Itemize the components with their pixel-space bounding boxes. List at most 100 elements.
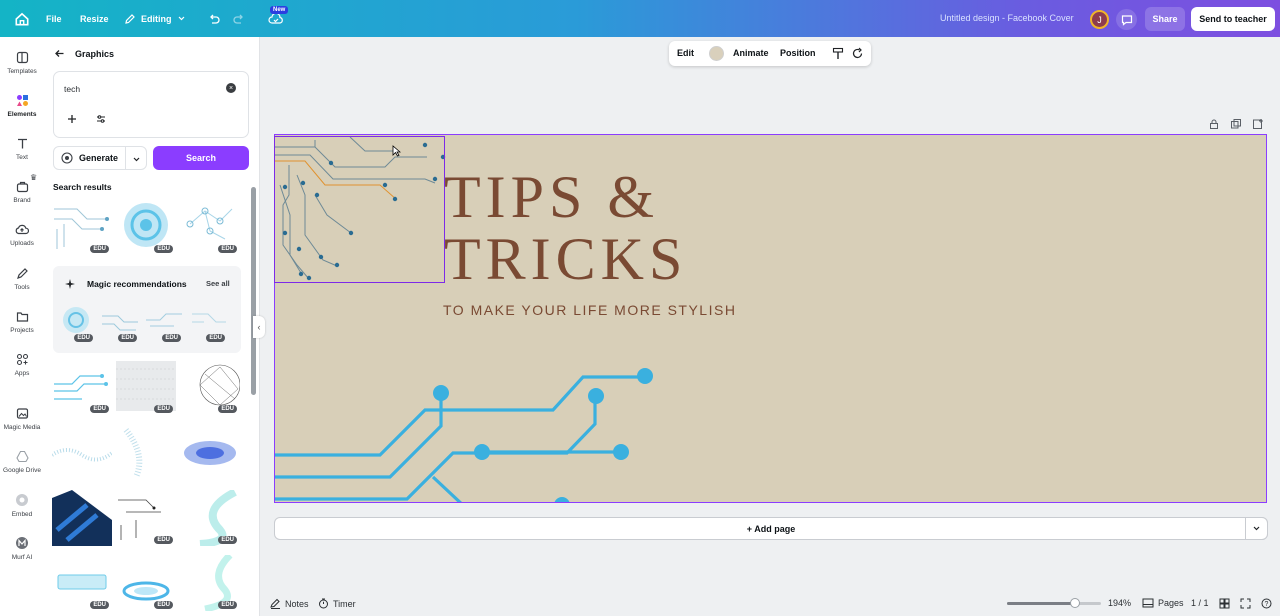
notes-label: Notes	[285, 598, 309, 609]
rail-label: Brand	[13, 197, 31, 204]
avatar[interactable]: J	[1090, 10, 1109, 29]
clear-search-button[interactable]: ×	[226, 83, 236, 93]
rail-label: Elements	[7, 111, 37, 118]
rail-item-google-drive[interactable]: Google Drive	[0, 450, 44, 474]
graphic-result[interactable]: EDU	[116, 555, 176, 611]
rail-item-uploads[interactable]: Uploads	[0, 223, 44, 247]
graphic-result[interactable]: EDU	[180, 555, 240, 611]
rail-item-elements[interactable]: Elements	[0, 94, 44, 118]
position-button[interactable]: Position	[780, 48, 816, 58]
rail-item-brand[interactable]: Brand	[0, 180, 44, 204]
graphic-result[interactable]: EDU	[116, 490, 176, 546]
rail-item-text[interactable]: Text	[0, 137, 44, 161]
headline-line-1[interactable]: TIPS &	[444, 166, 687, 228]
graphic-result[interactable]	[116, 425, 176, 481]
graphic-result[interactable]	[52, 425, 112, 481]
file-menu[interactable]: File	[46, 0, 62, 37]
share-button[interactable]: Share	[1145, 7, 1185, 31]
crown-icon: ♛	[30, 173, 38, 182]
add-page-button[interactable]: + Add page	[274, 517, 1268, 540]
embed-icon	[16, 494, 28, 506]
search-input[interactable]: tech	[64, 84, 80, 94]
chevron-down-icon	[1253, 526, 1260, 531]
zoom-level[interactable]: 194%	[1108, 598, 1131, 608]
rail-item-projects[interactable]: Projects	[0, 310, 44, 334]
notes-button[interactable]: Notes	[270, 598, 309, 609]
help-icon[interactable]: ?	[1261, 598, 1272, 609]
edit-button[interactable]: Edit	[677, 48, 694, 58]
timer-button[interactable]: Timer	[318, 598, 356, 609]
panel-scrollbar[interactable]	[251, 187, 256, 395]
graphic-result[interactable]	[52, 490, 112, 546]
graphic-result[interactable]: EDU	[180, 490, 240, 546]
editing-mode-menu[interactable]: Editing	[124, 0, 186, 37]
edu-badge: EDU	[154, 245, 173, 253]
design-canvas[interactable]	[274, 134, 1267, 503]
search-box[interactable]: tech ×	[53, 71, 249, 138]
graphic-result[interactable]: EDU	[180, 199, 240, 255]
add-page-options-button[interactable]	[1245, 517, 1268, 540]
rail-item-apps[interactable]: Apps	[0, 353, 44, 377]
generate-label: Generate	[79, 153, 119, 163]
pages-button[interactable]: Pages	[1142, 598, 1184, 608]
color-swatch[interactable]	[709, 46, 724, 61]
rail-item-embed[interactable]: Embed	[0, 493, 44, 518]
see-all-link[interactable]: See all	[206, 279, 230, 288]
mouse-cursor-icon	[392, 145, 401, 157]
zoom-slider[interactable]	[1007, 598, 1101, 608]
small-circuit-element[interactable]	[275, 136, 446, 281]
search-button[interactable]: Search	[153, 146, 249, 170]
graphic-result[interactable]: EDU	[52, 555, 112, 611]
brand-icon	[16, 181, 28, 193]
headline-text[interactable]: TIPS & TRICKS	[444, 166, 687, 290]
rail-item-tools[interactable]: Tools	[0, 267, 44, 291]
fullscreen-icon[interactable]	[1240, 598, 1251, 609]
send-to-teacher-button[interactable]: Send to teacher	[1191, 7, 1275, 31]
lock-icon[interactable]	[1208, 118, 1220, 130]
draw-tool-icon	[16, 268, 28, 279]
home-button[interactable]	[14, 0, 30, 37]
filter-sliders-icon[interactable]	[96, 114, 106, 124]
headline-line-2[interactable]: TRICKS	[444, 228, 687, 290]
comments-button[interactable]	[1116, 9, 1137, 30]
google-drive-icon	[15, 450, 29, 463]
recommendation-item[interactable]: EDU	[144, 304, 184, 344]
subheading-text[interactable]: TO MAKE YOUR LIFE MORE STYLISH	[443, 302, 736, 318]
graphic-result[interactable]: EDU	[116, 359, 176, 415]
collapse-panel-button[interactable]: ‹	[253, 316, 265, 338]
recommendation-item[interactable]: EDU	[100, 304, 140, 344]
generate-button[interactable]: Generate	[53, 146, 147, 170]
zoom-slider-handle[interactable]	[1069, 598, 1080, 608]
resize-menu[interactable]: Resize	[80, 0, 109, 37]
graphic-result[interactable]: EDU	[52, 199, 112, 255]
recommendation-item[interactable]: EDU	[56, 304, 96, 344]
grid-view-icon[interactable]	[1219, 598, 1230, 609]
rail-item-templates[interactable]: Templates	[0, 51, 44, 75]
animate-button[interactable]: Animate	[733, 48, 769, 58]
edu-badge: EDU	[218, 405, 237, 413]
graphic-result[interactable]: EDU	[116, 199, 176, 255]
add-icon[interactable]	[67, 114, 77, 124]
rail-item-murf-ai[interactable]: Murf AI	[0, 536, 44, 561]
graphic-result[interactable]: EDU	[180, 359, 240, 415]
redo-button[interactable]	[232, 0, 246, 37]
dark-tech-stripes-graphic	[52, 490, 112, 546]
back-arrow-icon[interactable]	[54, 48, 65, 59]
graphic-result[interactable]	[180, 425, 240, 481]
rail-label: Magic Media	[3, 424, 41, 431]
chevron-down-icon[interactable]	[132, 155, 141, 164]
document-title[interactable]: Untitled design - Facebook Cover	[940, 13, 1074, 23]
undo-icon	[210, 14, 220, 24]
paint-roller-icon[interactable]	[832, 47, 844, 60]
rail-label: Templates	[7, 68, 37, 75]
add-page-icon[interactable]	[1252, 118, 1264, 130]
recommendation-item[interactable]: EDU	[188, 304, 228, 344]
refresh-icon[interactable]	[851, 47, 864, 60]
undo-button[interactable]	[207, 0, 221, 37]
comment-icon	[1121, 14, 1132, 26]
large-circuit-element[interactable]	[275, 368, 653, 503]
edu-badge: EDU	[206, 334, 225, 342]
graphic-result[interactable]: EDU	[52, 359, 112, 415]
rail-item-magic-media[interactable]: Magic Media	[0, 407, 44, 431]
duplicate-icon[interactable]	[1230, 118, 1242, 130]
